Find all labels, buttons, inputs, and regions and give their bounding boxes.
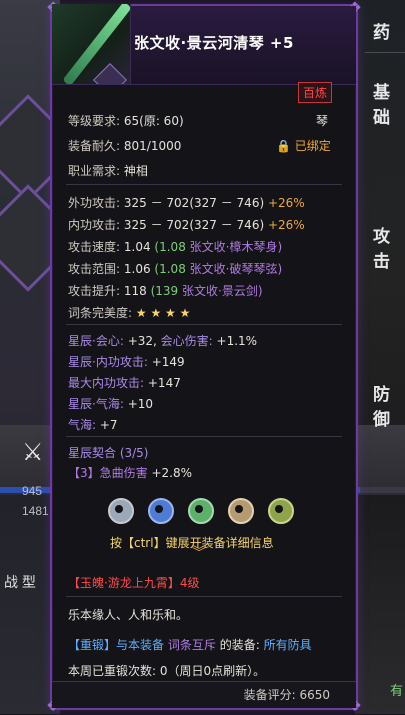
item-icon	[52, 4, 131, 84]
stat-row-attack-boost: 攻击提升: 118 (139 张文收·景云剑)	[68, 284, 263, 298]
crossed-swords-icon[interactable]: ⚔	[22, 438, 44, 466]
reforge-count: 本周已重锻次数: 0（周日0点刷新）。	[68, 664, 266, 678]
divider	[66, 324, 342, 325]
weapon-type: 琴	[316, 114, 329, 128]
reforge-link[interactable]: 词条互斥	[168, 638, 216, 652]
tooltip-header: 张文收·景云河清琴 +5	[52, 4, 356, 85]
tab-attack[interactable]: 攻击	[373, 222, 405, 272]
tab-defense[interactable]: 防御	[373, 380, 405, 430]
equipment-score: 装备评分: 6650	[243, 688, 330, 702]
soul-attribute: 【玉魄·游龙上九霄】4级	[68, 576, 200, 590]
stage-label: 战 型	[4, 574, 36, 590]
stat-number: 1481	[22, 504, 49, 518]
reforge-info: 【重锻】与本装备 词条互斥 的装备: 所有防具	[68, 638, 312, 652]
stat-row-internal-attack: 内功攻击: 325 － 702(327 － 746) +26%	[68, 218, 305, 232]
gem-socket-icon[interactable]	[108, 498, 134, 524]
gem-sockets	[108, 498, 318, 524]
star-attr-qihai: 星辰·气海: +10	[68, 397, 154, 411]
star-attr-internal: 星辰·内功攻击: +149	[68, 355, 185, 369]
gem-socket-icon[interactable]	[268, 498, 294, 524]
class-requirement: 职业需求: 神相	[68, 164, 148, 178]
stat-number: 945	[22, 484, 43, 498]
stat-row-attack-speed: 攻击速度: 1.04 (1.08 张文收·樟木琴身)	[68, 240, 283, 254]
quality-badge: 百炼	[297, 82, 332, 103]
star-icon: ★ ★ ★ ★	[135, 306, 191, 320]
gem-socket-icon[interactable]	[148, 498, 174, 524]
tab-basic[interactable]: 基础	[373, 78, 405, 128]
durability: 装备耐久: 801/1000	[68, 139, 182, 153]
chevron-down-icon: ︾	[192, 545, 206, 561]
level-requirement: 等级要求: 65(原: 60)	[68, 114, 184, 128]
star-attr-crit: 星辰·会心: +32, 会心伤害: +1.1%	[68, 334, 258, 348]
star-attr-max-internal: 最大内功攻击: +147	[68, 376, 181, 390]
item-tooltip: ❖ ❖ ❖ ❖ 张文收·景云河清琴 +5 百炼 等级要求: 65(原: 60) …	[46, 0, 362, 714]
tab-medicine[interactable]: 药	[373, 18, 405, 43]
star-contract-effect: 【3】急曲伤害 +2.8%	[68, 466, 193, 480]
star-attr-qihai-base: 气海: +7	[68, 418, 118, 432]
stat-row-external-attack: 外功攻击: 325 － 702(327 － 746) +26%	[68, 196, 305, 210]
class-badge-icon	[93, 63, 127, 84]
tooltip-footer: 装备评分: 6650	[52, 681, 356, 708]
experience-bar-empty	[360, 487, 405, 493]
flavor-text: 乐本缘人、人和乐和。	[68, 608, 189, 622]
lock-icon: 🔒	[276, 139, 291, 153]
item-name: 张文收·景云河清琴 +5	[134, 34, 294, 52]
stat-row-attack-range: 攻击范围: 1.06 (1.08 张文收·破琴琴弦)	[68, 262, 283, 276]
divider	[365, 52, 405, 53]
gem-socket-icon[interactable]	[188, 498, 214, 524]
bottom-right-label: 有	[389, 683, 403, 698]
gem-socket-icon[interactable]	[228, 498, 254, 524]
bound-status: 🔒 已绑定	[276, 139, 331, 153]
perfection-rating: 词条完美度: ★ ★ ★ ★	[68, 306, 191, 320]
qin-instrument-icon	[62, 4, 130, 84]
divider	[66, 596, 342, 597]
divider	[66, 436, 342, 437]
divider	[66, 184, 342, 185]
star-contract-label: 星辰契合 (3/5)	[68, 446, 149, 460]
